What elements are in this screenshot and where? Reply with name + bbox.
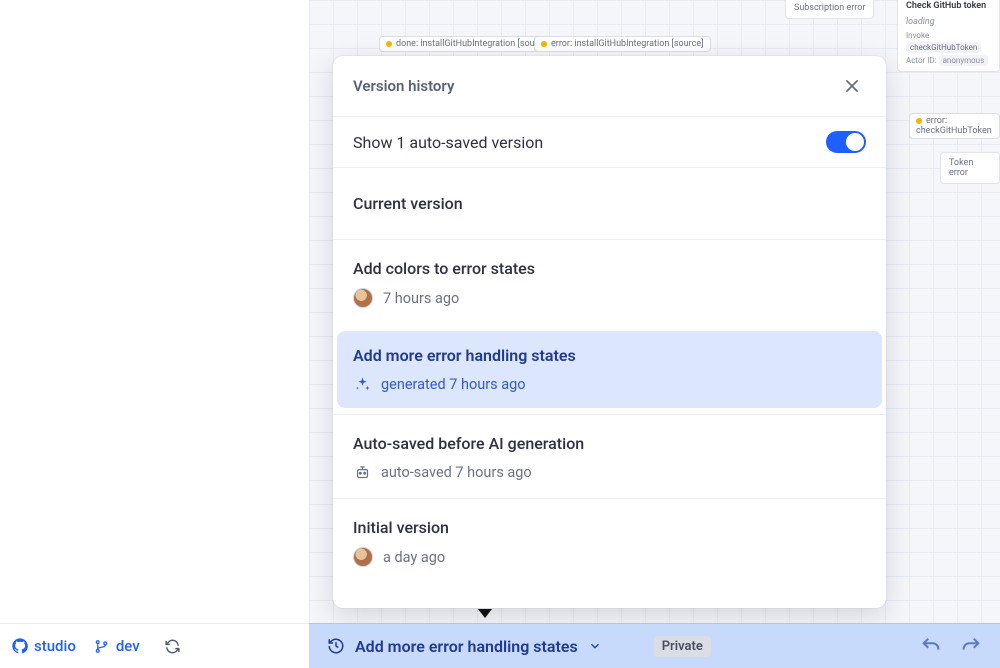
diagram-edge-label: done: installGitHubIntegration [source] (379, 36, 556, 52)
avatar-icon (353, 547, 373, 567)
autosave-toggle[interactable] (826, 131, 866, 153)
version-item-selected[interactable]: Add more error handling states generated… (337, 331, 882, 408)
diagram-edge-label: error: installGitHubIntegration [source] (534, 36, 711, 52)
close-button[interactable] (838, 72, 866, 100)
breadcrumb-bar: studio dev (0, 623, 309, 668)
autosave-toggle-label: Show 1 auto-saved version (353, 133, 543, 152)
version-item-current[interactable]: Current version (333, 167, 886, 239)
visibility-badge: Private (654, 636, 711, 657)
history-icon (327, 637, 345, 655)
diagram-edge-label: error: checkGitHubToken (909, 113, 1000, 139)
version-timestamp: 7 hours ago (383, 290, 459, 307)
undo-button[interactable] (920, 635, 942, 657)
close-icon (845, 79, 859, 93)
current-version-dropdown[interactable]: Add more error handling states (327, 637, 602, 656)
diagram-node[interactable]: Check GitHub token loading Invoke checkG… (897, 0, 1000, 72)
undo-icon (920, 635, 942, 657)
redo-icon (960, 635, 982, 657)
sync-button[interactable] (164, 638, 181, 655)
breadcrumb-branch[interactable]: dev (94, 637, 140, 655)
avatar-icon (353, 288, 373, 308)
version-timestamp: generated 7 hours ago (381, 376, 526, 393)
status-bar: Add more error handling states Private (309, 623, 1000, 668)
sync-icon (164, 638, 181, 655)
sparkle-icon (353, 375, 371, 393)
redo-button[interactable] (960, 635, 982, 657)
version-item[interactable]: Auto-saved before AI generation auto-sav… (333, 414, 886, 498)
autosave-toggle-row: Show 1 auto-saved version (333, 116, 886, 167)
version-timestamp: auto-saved 7 hours ago (381, 464, 532, 481)
version-history-modal: Version history Show 1 auto-saved versio… (333, 56, 886, 608)
branch-icon (94, 638, 110, 654)
breadcrumb-studio[interactable]: studio (12, 637, 76, 655)
version-item[interactable]: Add colors to error states 7 hours ago (333, 239, 886, 325)
chevron-down-icon (588, 639, 602, 653)
diagram-node[interactable]: Subscription error (785, 0, 874, 19)
modal-title: Version history (353, 77, 454, 95)
diagram-node[interactable]: Token error (940, 152, 1000, 184)
github-icon (12, 638, 28, 654)
robot-icon (353, 463, 371, 481)
dropdown-pointer-icon (478, 609, 492, 618)
version-timestamp: a day ago (383, 549, 445, 566)
version-item[interactable]: Initial version a day ago (333, 498, 886, 584)
